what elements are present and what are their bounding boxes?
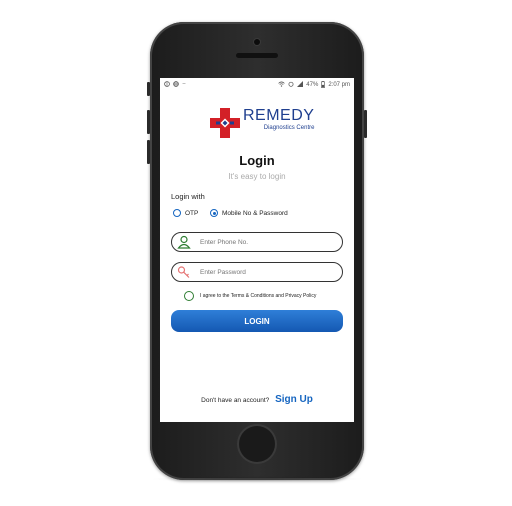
radio-otp-circle[interactable] [173,209,181,217]
home-button[interactable] [239,426,275,462]
signup-row: Don't have an account? Sign Up [160,394,354,405]
agree-text: I agree to the Terms & Conditions and Pr… [200,293,317,299]
brand-subtitle: Diagnostics Centre [263,125,315,131]
front-camera [254,39,260,45]
more-icon: ··· [182,81,186,87]
debug-icon [164,81,170,89]
brand-name: REMEDY [243,107,315,124]
volume-up-button [147,110,150,134]
radio-otp[interactable]: OTP [173,209,198,217]
alarm-icon [288,81,294,89]
medical-cross-icon [210,108,240,138]
earpiece-speaker [236,53,278,58]
globe-icon [173,81,179,89]
agree-row[interactable]: I agree to the Terms & Conditions and Pr… [184,291,316,301]
phone-field[interactable] [171,232,343,252]
page-subtitle: It's easy to login [228,172,286,181]
login-with-label: Login with [171,192,205,201]
signal-icon [297,81,304,89]
agree-checkbox[interactable] [184,291,194,301]
wifi-icon [278,81,285,89]
battery-icon [321,80,326,90]
login-button[interactable]: LOGIN [171,310,343,332]
radio-mobile-password[interactable]: Mobile No & Password [210,209,288,217]
status-time: 2:07 pm [328,82,350,88]
key-icon [177,265,191,279]
status-bar: ··· 47% 2:07 pm [160,78,354,92]
battery-percent: 47% [306,82,319,88]
password-field[interactable] [171,262,343,282]
radio-mobile-password-circle[interactable] [210,209,218,217]
radio-mobile-password-label: Mobile No & Password [222,209,288,217]
power-button [364,110,367,138]
password-input[interactable] [200,268,320,276]
phone-input[interactable] [200,238,320,246]
user-icon [177,235,191,249]
signup-link[interactable]: Sign Up [275,394,313,405]
page-title: Login [239,153,275,168]
mute-switch [147,82,150,96]
radio-otp-label: OTP [185,209,199,217]
volume-down-button [147,140,150,164]
signup-question: Don't have an account? [201,397,270,404]
app-screen: ··· 47% 2:07 pm REMEDY Diagnostics Centr… [160,78,354,422]
brand-logo: REMEDY Diagnostics Centre [210,108,314,138]
phone-shadow [150,476,364,482]
